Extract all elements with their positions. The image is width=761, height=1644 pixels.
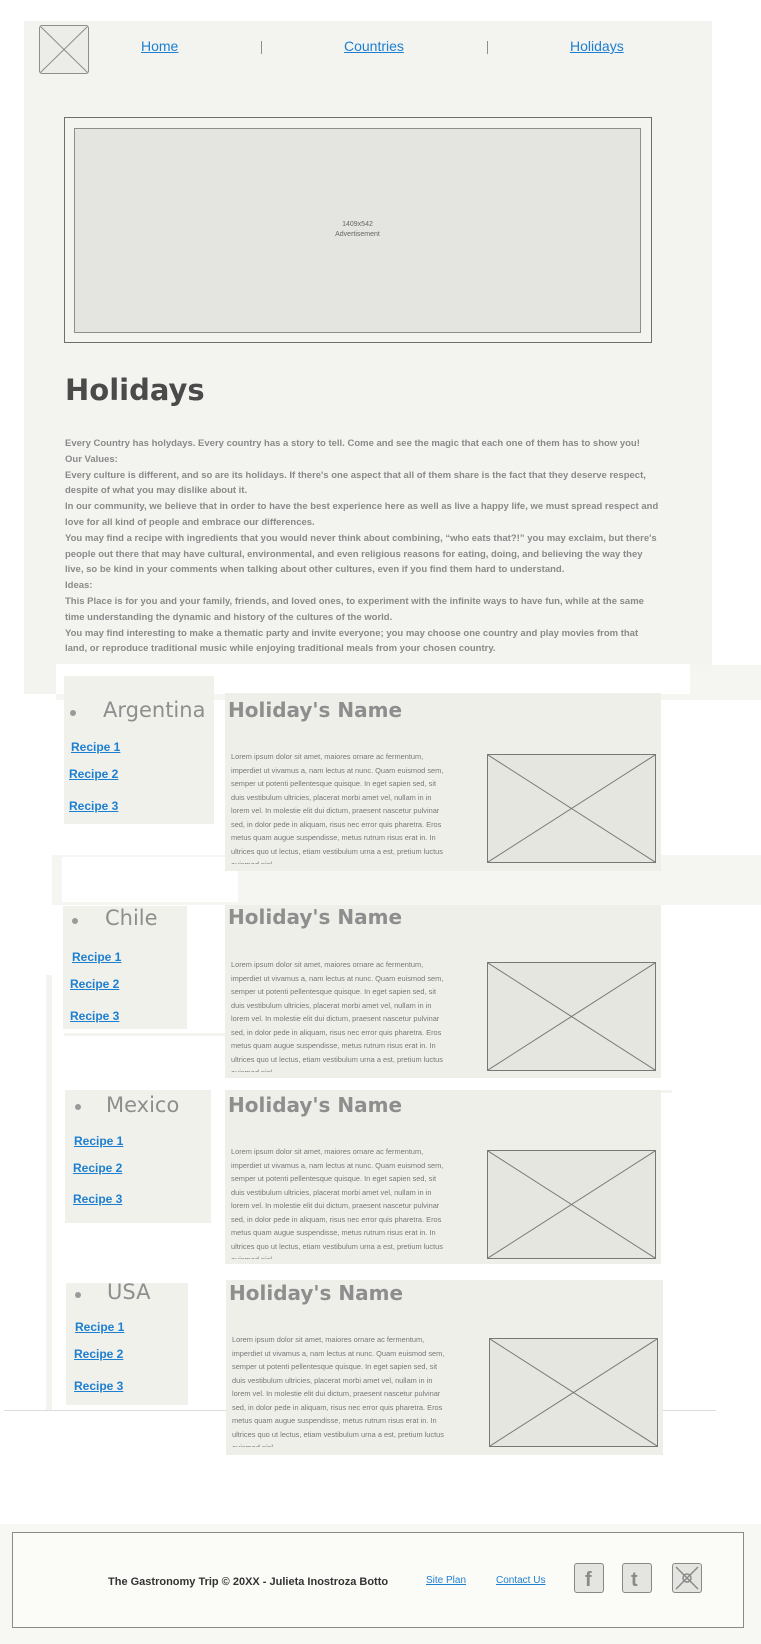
country-name-chile: Chile xyxy=(105,906,158,930)
logo-placeholder-icon[interactable] xyxy=(39,25,89,74)
bullet-icon xyxy=(75,1292,81,1298)
svg-text:f: f xyxy=(585,1569,592,1591)
section-strip xyxy=(62,857,238,902)
image-placeholder-icon xyxy=(487,1150,656,1259)
nav-divider xyxy=(487,41,488,54)
recipe-link-3[interactable]: Recipe 3 xyxy=(73,1192,122,1206)
intro-heading: Ideas: xyxy=(65,580,93,592)
section-strip xyxy=(46,975,52,1410)
intro-paragraph: Every Country has holydays. Every countr… xyxy=(65,438,640,449)
nav-countries-link[interactable]: Countries xyxy=(344,38,404,54)
recipe-link-3[interactable]: Recipe 3 xyxy=(70,1009,119,1023)
holiday-name: Holiday's Name xyxy=(228,905,403,929)
recipe-link-2[interactable]: Recipe 2 xyxy=(69,767,118,781)
intro-paragraph: You may find a recipe with ingredients t… xyxy=(65,532,657,576)
nav-holidays-link[interactable]: Holidays xyxy=(570,38,624,54)
recipe-link-3[interactable]: Recipe 3 xyxy=(74,1379,123,1393)
recipe-link-2[interactable]: Recipe 2 xyxy=(70,977,119,991)
holiday-description: Lorem ipsum dolor sit amet, maiores orna… xyxy=(231,752,444,864)
image-placeholder-icon[interactable] xyxy=(672,1563,702,1593)
intro-text: Every Country has holydays. Every countr… xyxy=(65,436,660,657)
ad-label: Advertisement xyxy=(335,231,380,238)
intro-paragraph: In our community, we believe that in ord… xyxy=(65,501,659,528)
country-name-argentina: Argentina xyxy=(103,698,206,722)
recipe-link-1[interactable]: Recipe 1 xyxy=(72,950,121,964)
svg-text:t: t xyxy=(631,1569,638,1591)
contact-us-link[interactable]: Contact Us xyxy=(496,1575,545,1586)
holiday-description: Lorem ipsum dolor sit amet, maiores orna… xyxy=(231,960,444,1072)
holiday-name: Holiday's Name xyxy=(228,698,403,722)
bullet-icon xyxy=(72,918,78,924)
footer-copyright: The Gastronomy Trip © 20XX - Julieta Ino… xyxy=(108,1576,389,1588)
holiday-description: Lorem ipsum dolor sit amet, maiores orna… xyxy=(231,1147,444,1259)
country-name-mexico: Mexico xyxy=(106,1093,180,1117)
intro-paragraph: Every culture is different, and so are i… xyxy=(65,469,646,497)
intro-paragraph: You may find interesting to make a thema… xyxy=(65,627,639,655)
bullet-icon xyxy=(70,710,76,716)
nav-divider xyxy=(261,41,262,54)
image-placeholder-icon xyxy=(487,754,656,863)
intro-heading: Our Values: xyxy=(65,453,118,465)
image-placeholder-icon xyxy=(487,962,656,1071)
facebook-icon[interactable]: f xyxy=(574,1563,604,1593)
recipe-link-2[interactable]: Recipe 2 xyxy=(74,1347,123,1361)
page-title: Holidays xyxy=(65,373,205,407)
recipe-link-2[interactable]: Recipe 2 xyxy=(73,1161,122,1175)
intro-paragraph: This Place is for you and your family, f… xyxy=(65,595,644,623)
recipe-link-1[interactable]: Recipe 1 xyxy=(74,1134,123,1148)
site-plan-link[interactable]: Site Plan xyxy=(426,1575,466,1586)
twitter-icon[interactable]: t xyxy=(622,1563,652,1593)
country-name-usa: USA xyxy=(107,1280,151,1304)
image-placeholder-icon xyxy=(489,1338,658,1447)
nav-home-link[interactable]: Home xyxy=(141,38,178,54)
recipe-link-1[interactable]: Recipe 1 xyxy=(71,740,120,754)
holiday-description: Lorem ipsum dolor sit amet, maiores orna… xyxy=(232,1335,445,1447)
holiday-name: Holiday's Name xyxy=(229,1281,404,1305)
recipe-link-3[interactable]: Recipe 3 xyxy=(69,799,118,813)
holiday-name: Holiday's Name xyxy=(228,1093,403,1117)
ad-size-label: 1409x542 xyxy=(342,221,373,228)
recipe-link-1[interactable]: Recipe 1 xyxy=(75,1320,124,1334)
bullet-icon xyxy=(75,1104,81,1110)
